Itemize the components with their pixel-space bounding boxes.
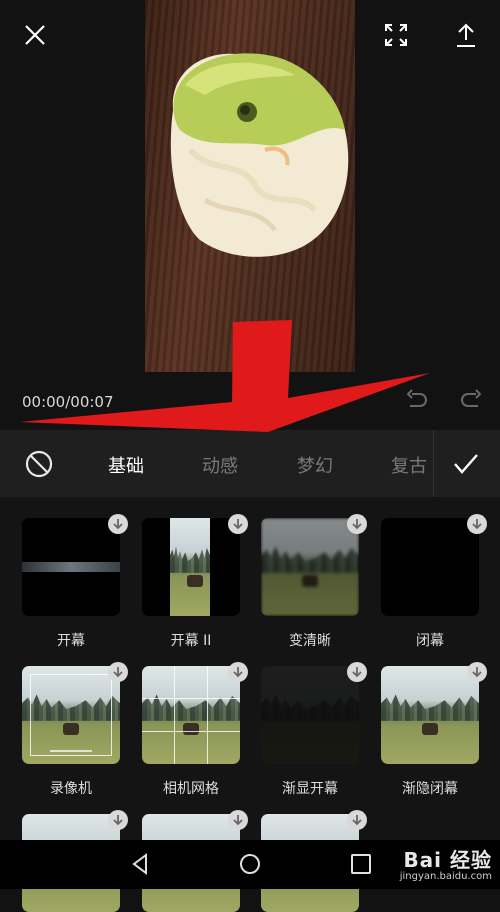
baidu-jingyan-watermark: Bai 经验 jingyan.baidu.com [400,844,492,882]
effect-thumbnail [381,666,479,764]
effect-label: 录像机 [50,781,92,797]
confirm-icon[interactable] [448,446,484,482]
effect-label: 闭幕 [416,633,444,649]
timecode: 00:00/00:07 [22,393,114,411]
export-icon[interactable] [451,20,481,50]
download-icon[interactable] [228,810,248,830]
effect-item-camcorder[interactable]: 录像机 [22,662,128,798]
video-preview[interactable] [145,0,355,372]
home-icon[interactable] [238,852,262,876]
download-icon[interactable] [347,810,367,830]
back-icon[interactable] [128,852,152,876]
apple-image [170,53,349,257]
effect-thumbnail [381,518,479,616]
effect-label: 开幕 II [170,633,212,649]
tab-retro[interactable]: 复古 [391,452,427,478]
download-icon[interactable] [347,514,367,534]
effect-label: 相机网格 [163,781,219,797]
watermark-sub: jingyan.baidu.com [399,871,492,882]
effect-thumbnail [22,518,120,616]
effect-thumbnail [142,518,240,616]
effect-label: 渐隐闭幕 [402,781,458,797]
effect-item-fade-in-open[interactable]: 渐显开幕 [261,662,367,798]
undo-icon[interactable] [404,388,432,416]
system-nav-bar: Bai 经验 jingyan.baidu.com [0,840,500,889]
redo-icon[interactable] [458,388,486,416]
effect-item-open[interactable]: 开幕 [22,514,128,650]
recents-icon[interactable] [349,852,373,876]
download-icon[interactable] [467,514,487,534]
effect-item-camera-grid[interactable]: 相机网格 [142,662,248,798]
tab-dreamy[interactable]: 梦幻 [297,452,333,478]
effect-item-open-ii[interactable]: 开幕 II [142,514,248,650]
effect-thumbnail [261,666,359,764]
download-icon[interactable] [108,662,128,682]
effect-thumbnail [22,666,120,764]
tab-dynamic[interactable]: 动感 [202,452,238,478]
download-icon[interactable] [108,514,128,534]
effect-thumbnail [142,666,240,764]
no-effect-icon[interactable] [22,447,56,481]
effect-item-close[interactable]: 闭幕 [381,514,487,650]
download-icon[interactable] [467,662,487,682]
effect-category-bar: 基础 动感 梦幻 复古 [0,430,500,497]
download-icon[interactable] [347,662,367,682]
effect-label: 开幕 [57,633,85,649]
effect-label: 变清晰 [289,633,331,649]
close-icon[interactable] [20,20,50,50]
effect-item-fade-out-close[interactable]: 渐隐闭幕 [381,662,487,798]
divider [433,430,434,497]
effect-label: 渐显开幕 [282,781,338,797]
effect-item-sharpen[interactable]: 变清晰 [261,514,367,650]
effects-grid: 开幕 开幕 II 变清晰 闭幕 录像机 相机网格 渐显开幕 渐隐闭幕 [0,497,500,912]
download-icon[interactable] [228,514,248,534]
download-icon[interactable] [228,662,248,682]
watermark-main: Bai 经验 [403,848,492,872]
effect-thumbnail [261,518,359,616]
fullscreen-icon[interactable] [381,20,411,50]
download-icon[interactable] [108,810,128,830]
tab-basic[interactable]: 基础 [108,452,144,478]
